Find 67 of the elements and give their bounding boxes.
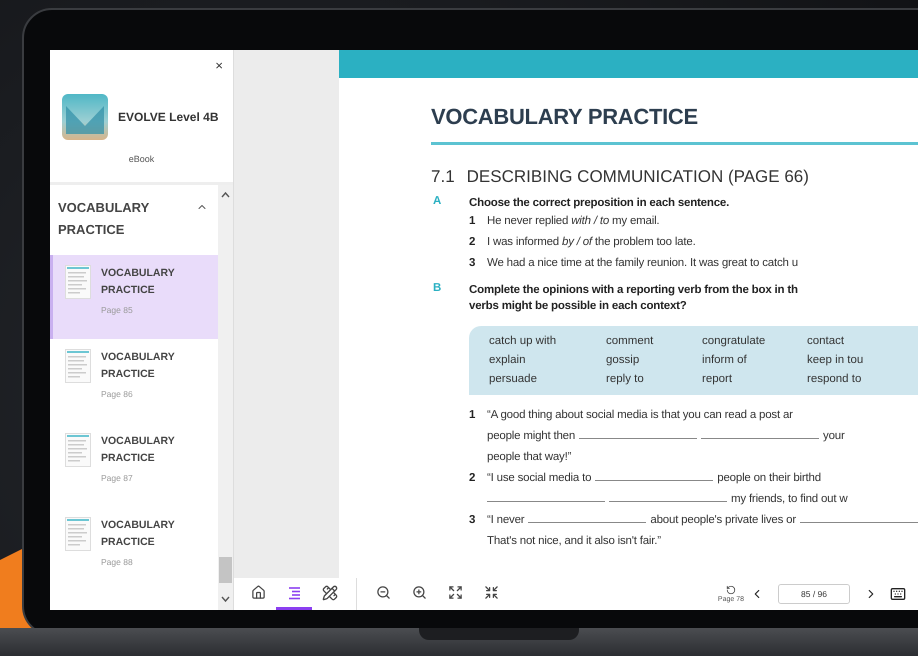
contents-list-icon (286, 584, 302, 600)
word-option: congratulate (702, 332, 808, 351)
question-number: 3 (469, 256, 476, 271)
question-number: 3 (469, 513, 476, 528)
item-page-number: Page 88 (101, 557, 134, 567)
word-option: reply to (606, 370, 702, 389)
contents-item[interactable]: VOCABULARY PRACTICE Page 85 (50, 255, 218, 339)
question-text: “A good thing about social media is that you can read a post ar (487, 408, 793, 423)
section-number: 7.1 (431, 167, 455, 187)
question-text: “I never (487, 513, 524, 528)
word-option: respond to (807, 370, 918, 389)
question-text: people on their birthd (717, 471, 821, 486)
item-title: VOCABULARY PRACTICE (101, 266, 176, 298)
zoom-out-icon (376, 585, 391, 600)
word-option: comment (606, 332, 702, 351)
word-option: report (702, 370, 808, 389)
word-option: persuade (489, 370, 606, 389)
exercise-instruction: Choose the correct preposition in each sentence. (469, 196, 730, 211)
word-option: keep in tou (807, 351, 918, 370)
home-icon (250, 585, 266, 600)
item-title: VOCABULARY PRACTICE (101, 518, 176, 550)
question-number: 1 (469, 214, 476, 229)
book-cover-logo (62, 94, 108, 140)
question-text: He never replied with / to my email. (487, 214, 660, 229)
page-number-field[interactable]: 85 / 96 (778, 584, 850, 604)
page-thumbnail (65, 517, 91, 551)
item-page-number: Page 85 (101, 305, 134, 315)
item-page-number: Page 86 (101, 389, 134, 399)
zoom-in-icon (412, 585, 427, 600)
question-text: That's not nice, and it also isn't fair.” (487, 534, 661, 549)
item-page-number: Page 87 (101, 473, 134, 483)
question-text: people that way!” (487, 450, 572, 465)
book-title: EVOLVE Level 4B (118, 110, 218, 124)
question-number: 2 (469, 471, 476, 486)
word-option: explain (489, 351, 606, 370)
scrollbar[interactable] (218, 185, 234, 610)
question-text: about people's private lives or (650, 513, 796, 528)
section-title: VOCABULARY PRACTICE (58, 199, 150, 239)
keyboard-icon (890, 586, 906, 602)
question-text: I was informed by / of the problem too late. (487, 235, 696, 250)
item-title: VOCABULARY PRACTICE (101, 350, 176, 382)
pencil-ruler-icon (322, 584, 338, 600)
page-heading: VOCABULARY PRACTICE (431, 104, 699, 130)
item-title: VOCABULARY PRACTICE (101, 434, 176, 466)
word-option: catch up with (489, 332, 606, 351)
word-option: gossip (606, 351, 702, 370)
word-option: contact (807, 332, 918, 351)
rotate-icon (726, 585, 736, 595)
question-text: people might then (487, 429, 576, 444)
ebook-label: eBook (128, 154, 154, 164)
shrink-arrows-icon (484, 585, 499, 600)
expand-arrows-icon (448, 585, 463, 600)
page-thumbnail (65, 265, 91, 299)
question-text: We had a nice time at the family reunion. It was great to catch u (487, 256, 798, 271)
question-text: your (823, 429, 845, 444)
exercise-letter: A (432, 195, 442, 209)
word-option: inform of (702, 351, 808, 370)
page-thumbnail (65, 349, 91, 383)
exercise-instruction: Complete the opinions with a reporting verb from the box in th verbs might be possible in each context? (469, 283, 798, 314)
question-text: “I use social media to (487, 471, 592, 486)
exercise-letter: B (432, 282, 442, 296)
close-button[interactable]: × (215, 58, 224, 73)
page-thumbnail (65, 433, 91, 467)
question-text: my friends, to find out w (731, 492, 848, 507)
question-number: 2 (469, 235, 476, 250)
section-heading: DESCRIBING COMMUNICATION (PAGE 66) (466, 167, 809, 187)
question-number: 1 (469, 408, 476, 423)
